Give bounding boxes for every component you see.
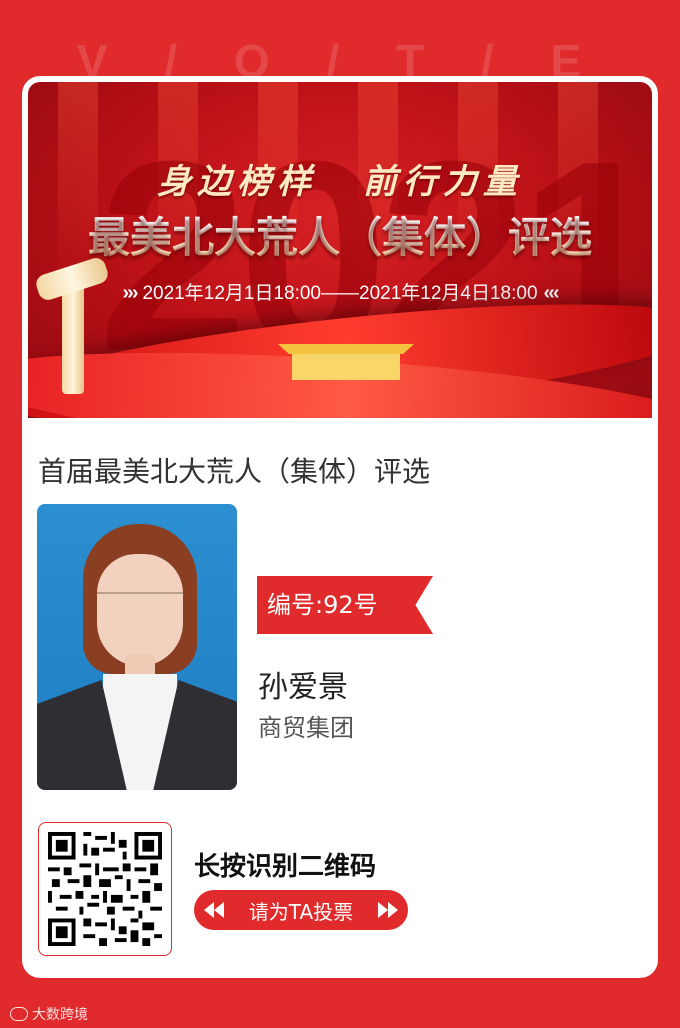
footer-watermark: 大数跨境 <box>10 1004 88 1024</box>
brand-logo-icon <box>10 1007 28 1021</box>
banner-dates-text: 2021年12月1日18:00——2021年12月4日18:00 <box>142 283 538 304</box>
vote-card: 2021 身边榜样 前行力量 最美北大荒人（集体）评选 ›››2021年12月1… <box>22 76 658 978</box>
double-arrow-left-icon <box>204 902 224 918</box>
vote-button[interactable]: 请为TA投票 <box>194 890 408 930</box>
page-title: 首届最美北大荒人（集体）评选 <box>38 455 431 488</box>
banner-title: 最美北大荒人（集体）评选 <box>28 204 652 265</box>
tiananmen-icon <box>278 344 414 380</box>
banner-date-range: ››› 2021年12月1日18:00——2021年12月4日18:00 ‹‹‹ <box>28 278 652 305</box>
candidate-name: 孙爱景 <box>258 670 348 705</box>
chevrons-left-icon: ‹‹‹ <box>543 282 560 304</box>
banner-slogan-left: 身边榜样 <box>157 162 318 202</box>
candidate-photo[interactable] <box>37 504 237 790</box>
footer-watermark-text: 大数跨境 <box>32 1007 88 1023</box>
qr-code[interactable] <box>38 822 172 956</box>
banner-slogan: 身边榜样 前行力量 <box>28 154 652 203</box>
double-arrow-right-icon <box>377 902 398 918</box>
qr-code-icon <box>48 832 162 946</box>
candidate-number-badge: 编号:92号 <box>257 576 433 634</box>
scan-qr-prompt: 长按识别二维码 <box>194 852 377 882</box>
vote-button-label: 请为TA投票 <box>248 899 354 924</box>
banner-slogan-right: 前行力量 <box>362 162 523 202</box>
chevrons-right-icon: ››› <box>122 282 139 304</box>
candidate-organization: 商贸集团 <box>258 714 354 742</box>
event-banner: 2021 身边榜样 前行力量 最美北大荒人（集体）评选 ›››2021年12月1… <box>28 82 652 418</box>
